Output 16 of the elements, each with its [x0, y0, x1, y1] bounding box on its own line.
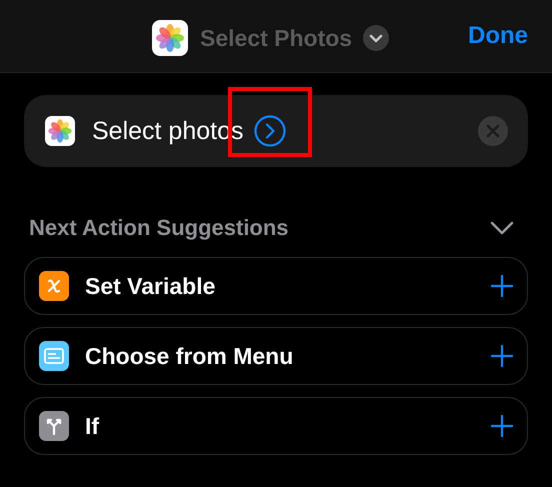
section-title: Next Action Suggestions	[29, 215, 289, 241]
flower-icon	[152, 20, 188, 56]
plus-icon[interactable]	[491, 275, 513, 297]
plus-icon[interactable]	[491, 345, 513, 367]
chevron-icon[interactable]	[490, 221, 514, 235]
flower-icon	[45, 116, 75, 146]
done-button[interactable]: Done	[468, 22, 528, 50]
chevron-right-icon[interactable]	[254, 115, 286, 147]
suggestion-row[interactable]: Choose from Menu	[24, 327, 528, 385]
suggestion-label: Set Variable	[85, 272, 216, 300]
chevron-down-icon[interactable]	[363, 25, 390, 51]
plus-icon[interactable]	[491, 415, 513, 437]
suggestion-label: If	[85, 412, 100, 440]
suggestion-row[interactable]: If	[24, 397, 528, 455]
suggestion-label: Choose from Menu	[85, 342, 294, 370]
suggestion-row[interactable]: Set Variable	[24, 257, 528, 315]
